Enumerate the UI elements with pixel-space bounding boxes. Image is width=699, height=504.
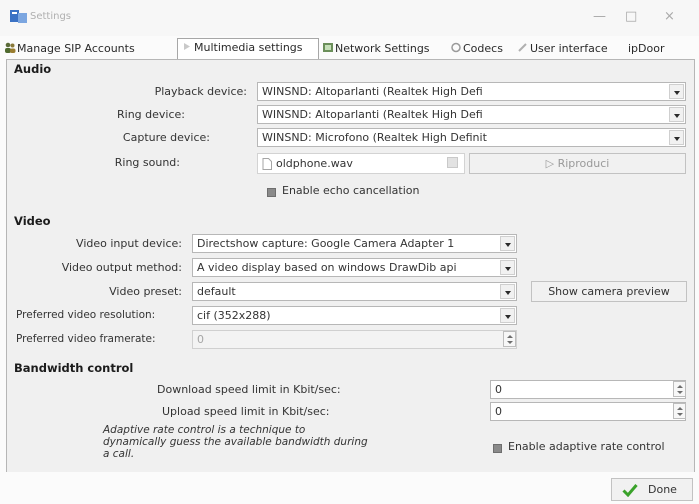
footer bbox=[0, 472, 699, 504]
upload-stepper[interactable] bbox=[673, 403, 686, 419]
ring-device-label: Ring device: bbox=[117, 108, 185, 121]
upload-limit-input[interactable]: 0 bbox=[490, 402, 686, 421]
window-title: Settings bbox=[30, 11, 72, 22]
capture-device-value: WINSND: Microfono (Realtek High Definit bbox=[262, 131, 487, 144]
video-framerate-label: Preferred video framerate: bbox=[16, 333, 156, 345]
download-limit-input[interactable]: 0 bbox=[490, 380, 686, 399]
video-resolution-value: cif (352x288) bbox=[197, 309, 271, 322]
ring-device-value: WINSND: Altoparlanti (Realtek High Defi bbox=[262, 108, 483, 121]
tab-label: Multimedia settings bbox=[194, 41, 303, 54]
video-section-title: Video bbox=[14, 214, 51, 228]
show-camera-preview-label: Show camera preview bbox=[548, 285, 670, 298]
play-sound-button[interactable]: ▷ Riproduci bbox=[469, 153, 686, 174]
capture-device-select[interactable]: WINSND: Microfono (Realtek High Definit bbox=[257, 128, 686, 147]
done-button[interactable]: Done bbox=[611, 478, 693, 501]
video-output-select[interactable]: A video display based on windows DrawDib… bbox=[192, 258, 517, 277]
chevron-down-icon bbox=[669, 84, 684, 99]
checkmark-icon bbox=[622, 484, 638, 497]
chevron-down-icon bbox=[500, 284, 515, 299]
tab-manage-sip-accounts[interactable]: Manage SIP Accounts bbox=[4, 40, 135, 58]
minimize-button[interactable]: — bbox=[593, 9, 606, 24]
download-limit-label: Download speed limit in Kbit/sec: bbox=[157, 383, 341, 396]
tab-label: Network Settings bbox=[335, 42, 430, 55]
chevron-down-icon bbox=[500, 236, 515, 251]
bandwidth-section-title: Bandwidth control bbox=[14, 361, 134, 375]
play-button-label: Riproduci bbox=[557, 157, 610, 170]
video-output-value: A video display based on windows DrawDib… bbox=[197, 261, 457, 274]
tab-label: ipDoor bbox=[628, 42, 665, 55]
tab-network-settings[interactable]: Network Settings bbox=[322, 40, 430, 58]
multimedia-icon bbox=[184, 43, 190, 50]
adaptive-rate-note: Adaptive rate control is a technique to … bbox=[103, 424, 403, 460]
ring-device-select[interactable]: WINSND: Altoparlanti (Realtek High Defi bbox=[257, 105, 686, 124]
adaptive-note-line: a call. bbox=[103, 448, 135, 460]
download-limit-value: 0 bbox=[495, 383, 502, 396]
echo-cancellation-checkbox[interactable] bbox=[267, 188, 276, 197]
adaptive-note-line: Adaptive rate control is a technique to bbox=[103, 424, 306, 436]
maximize-button[interactable]: □ bbox=[625, 9, 637, 24]
video-input-label: Video input device: bbox=[76, 237, 182, 250]
video-preset-label: Video preset: bbox=[109, 285, 182, 298]
chevron-down-icon bbox=[500, 308, 515, 323]
ring-sound-field[interactable]: oldphone.wav bbox=[257, 153, 465, 174]
adaptive-rate-label: Enable adaptive rate control bbox=[508, 440, 665, 453]
tab-label: User interface bbox=[530, 42, 608, 55]
network-icon bbox=[323, 43, 333, 52]
playback-device-label: Playback device: bbox=[154, 85, 247, 98]
users-icon bbox=[5, 42, 16, 53]
chevron-down-icon bbox=[500, 260, 515, 275]
video-resolution-select[interactable]: cif (352x288) bbox=[192, 306, 517, 325]
done-label: Done bbox=[648, 483, 677, 496]
file-icon bbox=[262, 158, 272, 170]
playback-device-select[interactable]: WINSND: Altoparlanti (Realtek High Defi bbox=[257, 82, 686, 101]
ring-sound-value: oldphone.wav bbox=[276, 157, 353, 170]
chevron-down-icon bbox=[669, 107, 684, 122]
tab-codecs[interactable]: Codecs bbox=[450, 40, 503, 58]
capture-device-label: Capture device: bbox=[122, 131, 210, 144]
adaptive-rate-checkbox[interactable] bbox=[493, 444, 502, 453]
play-icon: ▷ bbox=[545, 157, 558, 170]
tab-label: Codecs bbox=[463, 42, 503, 55]
echo-cancellation-label: Enable echo cancellation bbox=[282, 184, 420, 197]
video-framerate-input[interactable]: 0 bbox=[192, 330, 517, 349]
codecs-icon bbox=[451, 42, 461, 53]
close-button[interactable]: × bbox=[664, 9, 675, 24]
user-interface-icon bbox=[518, 43, 527, 52]
framerate-stepper[interactable] bbox=[503, 331, 516, 347]
upload-limit-value: 0 bbox=[495, 405, 502, 418]
chevron-down-icon bbox=[669, 130, 684, 145]
ring-sound-label: Ring sound: bbox=[114, 156, 180, 169]
video-output-label: Video output method: bbox=[61, 261, 182, 274]
video-framerate-value: 0 bbox=[197, 333, 204, 346]
browse-icon[interactable] bbox=[447, 157, 458, 168]
title-bar: Settings — □ × bbox=[0, 0, 699, 36]
adaptive-note-line: dynamically guess the available bandwidt… bbox=[103, 436, 368, 448]
video-input-select[interactable]: Directshow capture: Google Camera Adapte… bbox=[192, 234, 517, 253]
tab-user-interface[interactable]: User interface bbox=[517, 40, 608, 58]
audio-section-title: Audio bbox=[14, 62, 52, 76]
tab-multimedia-settings[interactable]: Multimedia settings bbox=[177, 38, 319, 59]
tab-bar: Manage SIP Accounts Multimedia settings … bbox=[0, 38, 699, 60]
tab-ipdoor[interactable]: ipDoor bbox=[628, 40, 665, 58]
app-icon bbox=[10, 10, 27, 23]
playback-device-value: WINSND: Altoparlanti (Realtek High Defi bbox=[262, 85, 483, 98]
video-preset-select[interactable]: default bbox=[192, 282, 517, 301]
download-stepper[interactable] bbox=[673, 381, 686, 397]
video-input-value: Directshow capture: Google Camera Adapte… bbox=[197, 237, 455, 250]
upload-limit-label: Upload speed limit in Kbit/sec: bbox=[162, 405, 330, 418]
video-resolution-label: Preferred video resolution: bbox=[16, 309, 156, 321]
show-camera-preview-button[interactable]: Show camera preview bbox=[531, 281, 687, 302]
video-preset-value: default bbox=[197, 285, 236, 298]
tab-label: Manage SIP Accounts bbox=[17, 42, 135, 55]
